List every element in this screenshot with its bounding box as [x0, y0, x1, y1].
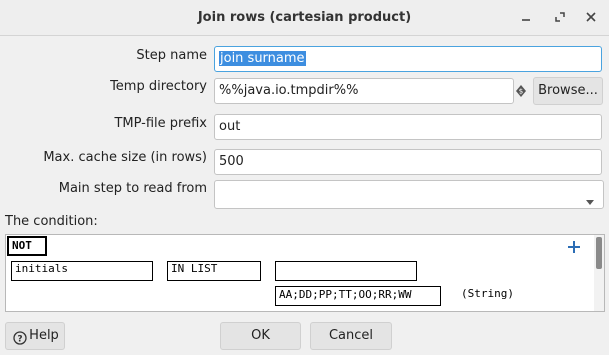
- step-name-input[interactable]: join surname: [214, 46, 602, 72]
- condition-scrollbar-thumb[interactable]: [596, 237, 602, 269]
- condition-value[interactable]: AA;DD;PP;TT;OO;RR;WW: [275, 286, 441, 306]
- help-icon: ?: [13, 329, 27, 345]
- plus-icon[interactable]: [567, 240, 581, 254]
- condition-function[interactable]: IN LIST: [167, 261, 261, 281]
- browse-button[interactable]: Browse...: [533, 77, 603, 105]
- step-name-value: join surname: [219, 51, 306, 66]
- cache-size-input[interactable]: 500: [214, 149, 602, 175]
- help-button[interactable]: ? Help: [5, 322, 65, 350]
- cache-size-label: Max. cache size (in rows): [43, 150, 207, 165]
- title-bar: Join rows (cartesian product): [0, 0, 609, 36]
- condition-left-field[interactable]: initials: [11, 261, 153, 281]
- temp-directory-input[interactable]: %%java.io.tmpdir%%: [214, 78, 514, 104]
- condition-label: The condition:: [5, 214, 98, 229]
- main-step-select[interactable]: [214, 180, 604, 209]
- ok-button[interactable]: OK: [220, 322, 301, 350]
- maximize-icon[interactable]: [551, 8, 569, 26]
- chevron-down-icon: [585, 191, 595, 205]
- condition-editor[interactable]: NOT initials IN LIST AA;DD;PP;TT;OO;RR;W…: [5, 234, 605, 312]
- svg-text:$: $: [519, 88, 523, 96]
- temp-directory-label: Temp directory: [110, 79, 207, 94]
- minimize-icon[interactable]: [517, 8, 535, 26]
- condition-value-type: (String): [461, 287, 514, 300]
- condition-not-toggle[interactable]: NOT: [7, 236, 47, 256]
- help-label: Help: [29, 328, 59, 343]
- tmp-prefix-input[interactable]: out: [214, 114, 602, 140]
- tmp-prefix-label: TMP-file prefix: [114, 116, 207, 131]
- svg-text:?: ?: [17, 335, 22, 345]
- main-step-label: Main step to read from: [58, 181, 207, 196]
- condition-right-field[interactable]: [275, 261, 417, 281]
- cancel-button[interactable]: Cancel: [310, 322, 392, 350]
- variable-icon: $: [515, 84, 527, 98]
- step-name-label: Step name: [136, 48, 207, 63]
- close-icon[interactable]: [582, 8, 600, 26]
- condition-scrollbar[interactable]: [594, 235, 604, 311]
